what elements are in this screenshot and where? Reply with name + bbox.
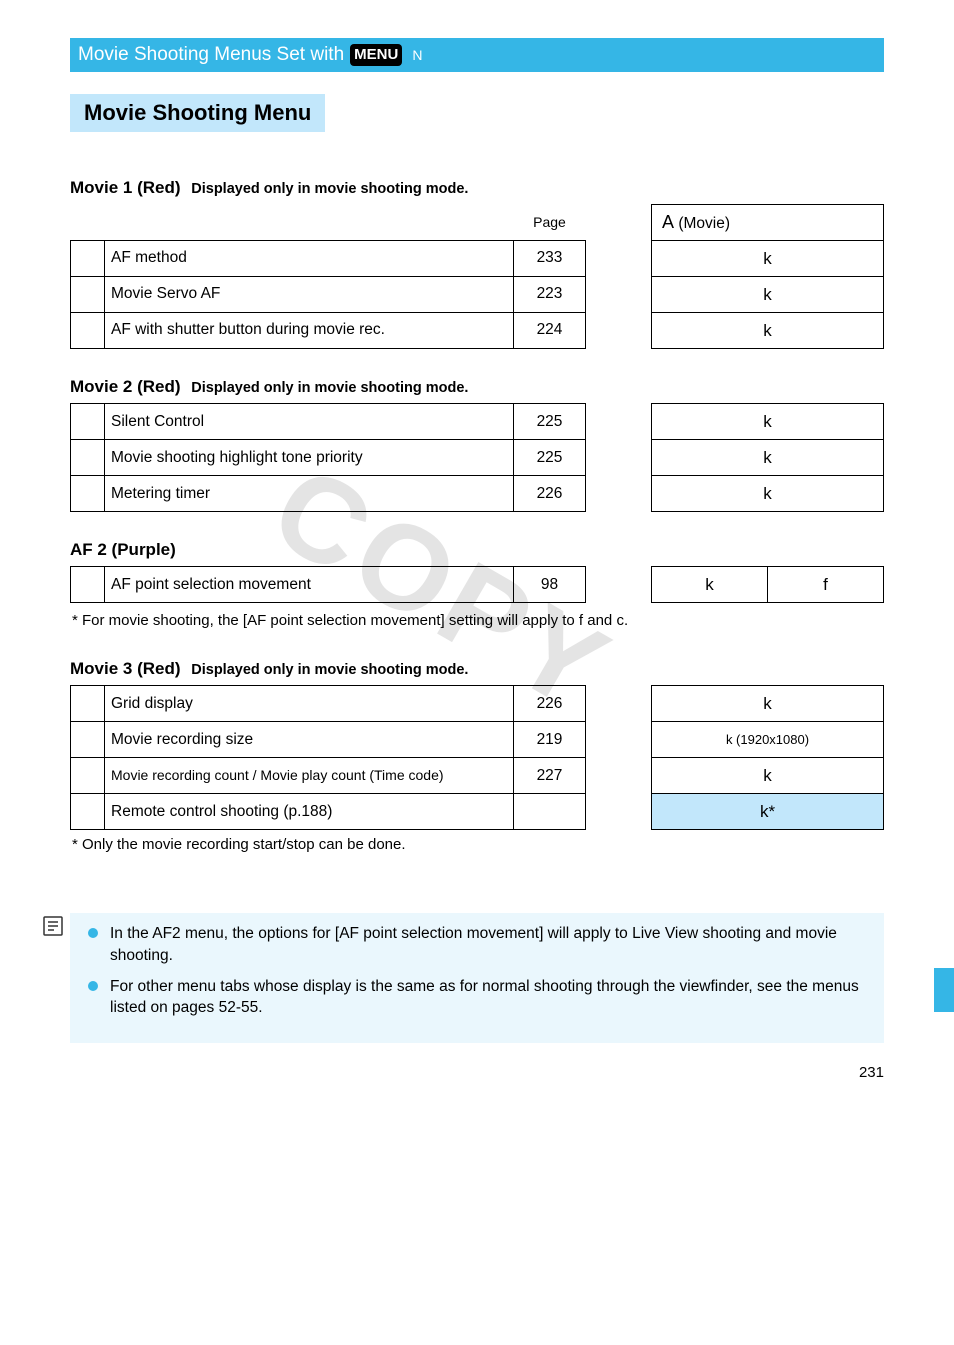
heading-prefix: Movie Shooting Menus Set with <box>78 44 344 66</box>
cat2-label: Movie 2 (Red) Displayed only in movie sh… <box>70 377 884 397</box>
cat1-label: Movie 1 (Red) Displayed only in movie sh… <box>70 178 884 198</box>
table-row: AF method233 <box>71 240 586 276</box>
menu-badge-icon: MENU <box>350 44 402 66</box>
cat4-right-table: k k (1920x1080) k k* <box>651 685 884 830</box>
hdr-right-fill: (Movie) <box>678 215 730 232</box>
table-row: AF with shutter button during movie rec.… <box>71 312 586 348</box>
notes-panel: In the AF2 menu, the options for [AF poi… <box>70 913 884 1043</box>
table-row: k <box>652 241 884 277</box>
table-row: k <box>652 440 884 476</box>
table-row: Silent Control225 <box>71 404 586 440</box>
cat4-note: Displayed only in movie shooting mode. <box>185 662 468 678</box>
table-row: Movie Servo AF223 <box>71 276 586 312</box>
table-row: k <box>652 476 884 512</box>
cat3-label: AF 2 (Purple) <box>70 540 884 560</box>
table-row: Movie shooting highlight tone priority22… <box>71 440 586 476</box>
table-row: k <box>652 404 884 440</box>
cat1-left-table: Page AF method233 Movie Servo AF223 AF w… <box>70 204 586 349</box>
subsection-heading: Movie Shooting Menu <box>70 94 325 132</box>
heading-trailing-star-icon: N <box>412 47 422 63</box>
camera-icon: A <box>662 212 674 232</box>
cat3-footnote: * For movie shooting, the [AF point sele… <box>70 611 884 631</box>
table-row: k <box>652 686 884 722</box>
table-row: kf <box>652 567 884 603</box>
table-row: k <box>652 277 884 313</box>
cat3-right-table: kf <box>651 566 884 603</box>
table-row: Metering timer226 <box>71 476 586 512</box>
cat1-right-table: A (Movie) k k k <box>651 204 884 349</box>
list-item: For other menu tabs whose display is the… <box>110 976 870 1019</box>
table-row: k* <box>652 794 884 830</box>
table-row: k <box>652 758 884 794</box>
section-side-tab <box>934 968 954 1012</box>
page-title: Movie Shooting Menus Set with MENU N <box>70 38 884 72</box>
page-number: 231 <box>859 1064 884 1081</box>
table-row: Movie recording count / Movie play count… <box>71 758 586 794</box>
table-row: AF point selection movement98 <box>71 567 586 603</box>
cat2-note: Displayed only in movie shooting mode. <box>185 380 468 396</box>
table-row: Movie recording size219 <box>71 722 586 758</box>
table-row: Remote control shooting (p.188) <box>71 794 586 830</box>
table-row: Grid display226 <box>71 686 586 722</box>
cat2-left-table: Silent Control225 Movie shooting highlig… <box>70 403 586 512</box>
cat3-left-table: AF point selection movement98 <box>70 566 586 603</box>
table-row: k (1920x1080) <box>652 722 884 758</box>
table-row: k <box>652 313 884 349</box>
cat4-left-table: Grid display226 Movie recording size219 … <box>70 685 586 830</box>
cat1-note: Displayed only in movie shooting mode. <box>185 181 468 197</box>
cat4-label: Movie 3 (Red) Displayed only in movie sh… <box>70 659 884 679</box>
cat4-subnote: * Only the movie recording start/stop ca… <box>70 836 884 853</box>
page-col-header: Page <box>514 204 586 240</box>
notes-icon <box>42 915 64 943</box>
cat2-right-table: k k k <box>651 403 884 512</box>
list-item: In the AF2 menu, the options for [AF poi… <box>110 923 870 966</box>
